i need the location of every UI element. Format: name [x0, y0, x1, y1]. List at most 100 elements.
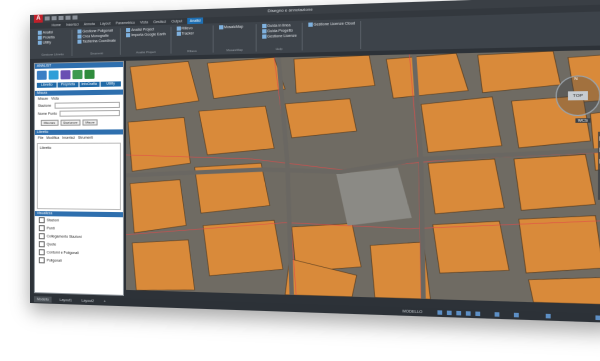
menu-file[interactable]: File — [38, 136, 44, 140]
tab-proprieta[interactable]: Proprietà — [58, 82, 78, 87]
menu-modifica[interactable]: Modifica — [46, 136, 59, 140]
rilievo-button[interactable]: Rilievo — [176, 26, 208, 31]
proietta-button[interactable]: Proietta — [38, 35, 68, 40]
cloud-icon — [308, 22, 312, 26]
help-icon — [262, 24, 266, 28]
tab-infografia[interactable]: InfoGrafia — [79, 82, 99, 87]
tab-vista[interactable]: Vista — [140, 19, 148, 25]
wcs-label[interactable]: WCS — [575, 118, 590, 123]
tracker-button[interactable]: Tracker — [176, 31, 208, 36]
new-icon[interactable] — [45, 16, 50, 20]
compass-north-label: N — [574, 75, 578, 81]
checkbox-icon — [39, 217, 45, 223]
tab-vista[interactable]: Vista — [51, 97, 59, 101]
ribbon-panel-cloud: Gestione Licenze Cloud — [303, 21, 360, 50]
osnap-toggle-icon[interactable] — [475, 312, 480, 317]
panel-title: MosaicMap — [219, 47, 251, 52]
poligonali-icon — [77, 29, 81, 33]
panel-title: Analisi Project — [126, 50, 166, 55]
checkbox-icon — [39, 225, 45, 231]
add-layout-button[interactable]: + — [104, 298, 106, 304]
annotation-scale-icon[interactable] — [514, 313, 519, 318]
menu-strumenti[interactable]: Strumenti — [78, 136, 93, 140]
app-window: A Disegno e annotazione Home Inserisci A… — [30, 0, 600, 323]
customize-menu-icon[interactable] — [595, 315, 600, 320]
grid-toggle-icon[interactable] — [437, 310, 442, 315]
panel-tabs: Libretto Proprietà InfoGrafia Utility — [35, 80, 123, 89]
layers-icon[interactable] — [37, 71, 47, 80]
proietta-icon — [38, 36, 42, 40]
checkbox-icon — [39, 241, 45, 247]
lineweight-icon[interactable] — [495, 312, 500, 317]
ribbon-panel-mosaicmap: MosaicMap MosaicMap — [214, 24, 256, 52]
tab-libretto[interactable]: Libretto — [37, 83, 57, 88]
utility-icon — [38, 41, 42, 45]
polar-toggle-icon[interactable] — [466, 311, 471, 316]
tab-analisi[interactable]: Analisi — [188, 17, 203, 24]
info-icon[interactable] — [84, 70, 94, 79]
mosaic-icon — [219, 25, 223, 29]
tab-layout1[interactable]: Layout1 — [60, 297, 72, 303]
open-icon[interactable] — [52, 16, 57, 20]
app-logo-icon[interactable]: A — [34, 15, 43, 23]
save-icon[interactable] — [59, 16, 64, 20]
misura-buttons: Misurare Stazionare Misure — [35, 117, 123, 128]
tab-layout[interactable]: Layout — [100, 20, 111, 26]
view-cube[interactable]: N TOP — [556, 75, 600, 116]
snap-toggle-icon[interactable] — [447, 311, 452, 316]
checkbox-icon — [39, 249, 45, 255]
licenze-cloud-button[interactable]: Gestione Licenze Cloud — [308, 21, 355, 27]
tab-home[interactable]: Home — [52, 22, 61, 28]
map-canvas[interactable]: N TOP WCS — [126, 50, 600, 305]
panel-title: Strumenti — [77, 51, 115, 56]
space-label[interactable]: MODELLO — [402, 308, 422, 315]
licenze-button[interactable]: Gestione Licenze — [262, 34, 297, 39]
google-earth-button[interactable]: Importa Google Earth — [126, 32, 166, 37]
mosaicmap-button[interactable]: MosaicMap — [219, 24, 251, 29]
ribbon-panel-project: Analisi Project Importa Google Earth Ana… — [122, 27, 171, 55]
license-icon — [262, 34, 266, 38]
rilievo-icon — [176, 26, 180, 30]
checkbox-icon — [39, 233, 45, 239]
tab-annota[interactable]: Annota — [84, 21, 95, 27]
tab-inserisci[interactable]: Inserisci — [66, 21, 79, 27]
guide-icon — [262, 29, 266, 33]
ribbon-panel-help: Guida in linea Guida Progetto Gestione L… — [257, 23, 302, 52]
window-title: Disegno e annotazione — [268, 5, 313, 15]
map-icon[interactable] — [49, 70, 59, 79]
stazionare-button[interactable]: Stazionare — [60, 120, 80, 126]
utility-button[interactable]: Utility — [38, 40, 68, 45]
tab-layout2[interactable]: Layout2 — [81, 298, 94, 304]
monografie-icon — [77, 35, 81, 39]
tab-modello[interactable]: Modello — [34, 296, 52, 303]
menu-inserisci[interactable]: Inserisci — [62, 136, 75, 140]
checkbox-icon — [39, 257, 45, 263]
globe-icon[interactable] — [61, 70, 71, 79]
libretto-menu: File Modifica Inserisci Strumenti — [35, 134, 123, 141]
view-top-label: TOP — [568, 91, 588, 100]
map-drawing — [126, 50, 600, 305]
misurare-button[interactable]: Misurare — [41, 120, 58, 126]
punto-label: Nome Punto — [38, 112, 57, 116]
workspace-gear-icon[interactable] — [546, 314, 551, 319]
tab-output[interactable]: Output — [171, 18, 182, 25]
tracker-icon — [176, 32, 180, 36]
punto-input[interactable] — [60, 110, 120, 117]
tab-gestisci[interactable]: Gestisci — [153, 19, 166, 26]
tastierina-button[interactable]: Tastierina Coordinate — [77, 39, 115, 44]
tab-misure[interactable]: Misure — [38, 97, 48, 101]
grid-icon[interactable] — [72, 70, 82, 79]
ortho-toggle-icon[interactable] — [456, 311, 461, 316]
analist-panel: ANALIST Libretto Proprietà InfoGrafia Ut… — [34, 61, 124, 296]
tab-parametrico[interactable]: Parametrico — [116, 20, 135, 27]
ribbon-panel-rilievo: Rilievo Tracker Rilievo — [172, 25, 213, 53]
panel-title: Help — [262, 46, 297, 51]
undo-icon[interactable] — [66, 16, 71, 20]
stazione-select[interactable] — [54, 102, 120, 109]
check-poligonali[interactable]: Poligonali — [35, 256, 123, 266]
misure-button[interactable]: Misure — [83, 119, 98, 125]
redo-icon[interactable] — [72, 15, 77, 19]
panel-title: Rilievo — [176, 49, 208, 54]
libretto-content[interactable]: Libretto — [37, 143, 121, 210]
tab-utility[interactable]: Utility — [100, 81, 121, 86]
